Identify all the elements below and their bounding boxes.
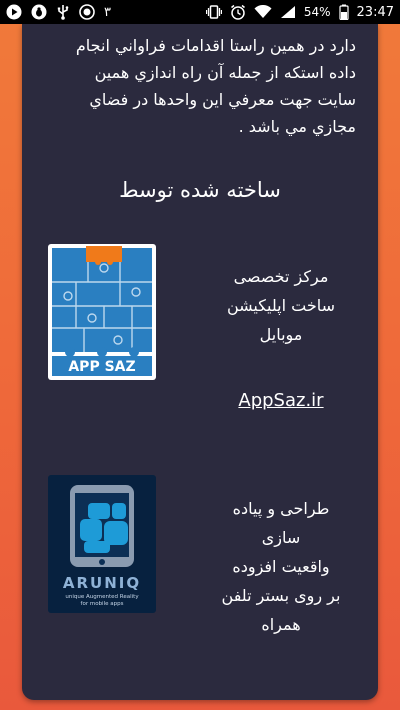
about-paragraph: دارد در همين راستا اقدامات فراواني انجام… <box>44 32 356 140</box>
signal-icon <box>280 5 296 19</box>
wifi-icon <box>254 5 272 19</box>
notification-count: ۳ <box>104 4 111 20</box>
appsaz-link[interactable]: AppSaz.ir <box>206 390 356 411</box>
vibrate-icon <box>205 5 222 19</box>
clock-time: 23:47 <box>356 4 394 20</box>
aruniq-logo-text: ARUNIQ <box>63 574 141 592</box>
desc-line: ساخت اپلیکیشن <box>226 296 336 315</box>
section-title: ساخته شده توسط <box>119 178 281 202</box>
appsaz-description: مرکز تخصصی ساخت اپلیکیشن موبایل <box>206 262 356 349</box>
appsaz-logo[interactable]: APP SAZ <box>48 244 156 380</box>
desc-line: واقعیت افزوده <box>232 557 330 576</box>
desc-line: موبایل <box>259 325 303 344</box>
desc-line: مرکز تخصصی <box>233 267 329 286</box>
desc-line: همراه <box>261 615 301 634</box>
about-line: داده استكه از جمله آن راه اندازي همين <box>94 63 356 82</box>
about-line: مجازي مي باشد . <box>238 117 356 136</box>
battery-percent: 54% <box>303 5 331 19</box>
bug-icon <box>31 4 47 20</box>
desc-line: بر روی بستر تلفن <box>221 586 341 605</box>
play-icon <box>6 4 22 20</box>
aruniq-logo-tagline-1: unique Augmented Reality <box>65 594 139 600</box>
usb-icon <box>56 4 70 20</box>
appsaz-logo-text: APP SAZ <box>68 359 135 375</box>
desc-line: طراحی و پیاده <box>232 499 330 518</box>
status-bar: ۳ 54% 23:47 <box>0 0 400 24</box>
record-icon <box>79 4 95 20</box>
battery-icon <box>338 4 349 20</box>
content-card: دارد در همين راستا اقدامات فراواني انجام… <box>22 24 378 700</box>
about-line: دارد در همين راستا اقدامات فراواني انجام <box>75 36 356 55</box>
aruniq-description: طراحی و پیاده سازی واقعیت افزوده بر روی … <box>206 494 356 639</box>
alarm-icon <box>230 4 246 20</box>
aruniq-logo[interactable]: ARUNIQ unique Augmented Reality for mobi… <box>48 475 156 613</box>
desc-line: سازی <box>261 528 301 547</box>
about-line: سايت جهت معرفي اين واحدها در فضاي <box>89 90 356 109</box>
aruniq-logo-tagline-2: for mobile apps <box>81 601 124 607</box>
